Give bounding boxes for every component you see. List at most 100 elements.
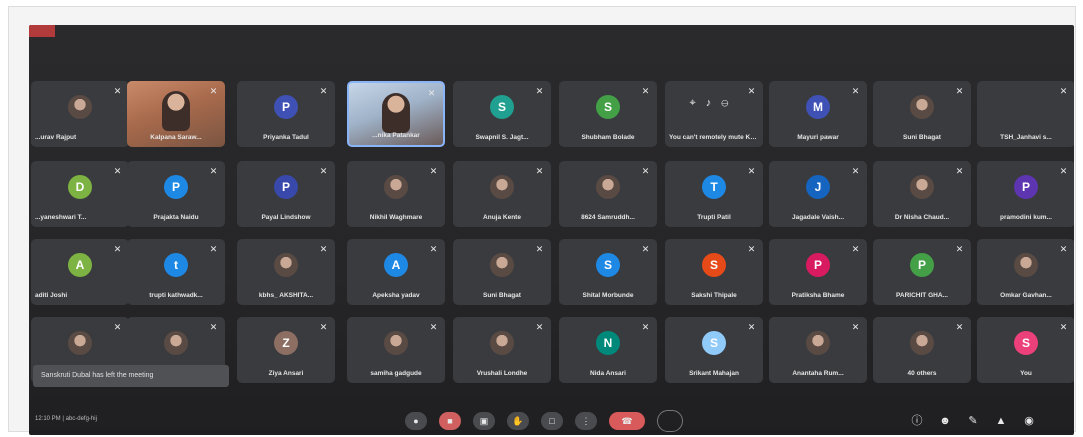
participant-tile[interactable]: ✕ Anuja Kente [453,161,551,227]
participant-tile[interactable]: ✕ Nikhil Waghmare [347,161,445,227]
participant-tile[interactable]: ✕ P Prajakta Naidu [127,161,225,227]
participant-tile[interactable]: ✕ t trupti kathwadk... [127,239,225,305]
participant-name: pramodini kum... [999,214,1052,221]
participant-name: Suni Bhagat [483,292,521,299]
reaction-button[interactable] [657,410,683,432]
mic-muted-icon: ✕ [319,166,328,176]
mic-muted-icon: ✕ [535,244,544,254]
more-options-button[interactable]: ⋮ [575,412,597,430]
captions-button[interactable]: ▣ [473,412,495,430]
raise-hand-button[interactable]: ✋ [507,412,529,430]
mic-muted-icon: ✕ [1059,166,1068,176]
participant-avatar [164,331,188,355]
participant-avatar: S [702,253,726,277]
mic-muted-icon: ✕ [641,166,650,176]
mic-muted-icon: ✕ [851,244,860,254]
activities-icon: ▲ [995,415,1007,427]
participant-tile[interactable]: ✕ Aaditi Joshi [31,239,129,305]
more-vertical-icon: ⋮ [581,416,591,426]
activities-button[interactable]: ▲ [993,413,1009,429]
participant-tile[interactable]: ✕ kbhs_ AKSHITA... [237,239,335,305]
camera-button[interactable]: ■ [439,412,461,430]
participant-tile[interactable]: ✕ Anantaha Rum... [769,317,867,383]
participant-avatar: P [164,175,188,199]
participant-tile[interactable]: ✕ N Nida Ansari [559,317,657,383]
participant-tile[interactable]: ✕ T Trupti Patil [665,161,763,227]
participant-name: samiha gadgude [370,370,422,377]
participant-name: Pratiksha Bhame [791,292,845,299]
participant-name: Anuja Kente [483,214,521,221]
participant-tile[interactable]: ✕ Suni Bhagat [453,239,551,305]
participant-avatar: P [910,253,934,277]
mute-icon[interactable]: ♪ [706,97,722,109]
participant-tile[interactable]: ✕ S You [977,317,1074,383]
mic-muted-icon: ✕ [747,86,756,96]
participant-avatar: P [274,175,298,199]
microphone-button[interactable]: ● [405,412,427,430]
participant-avatar: P [806,253,830,277]
participant-tile[interactable]: ✕ Dr Nisha Chaud... [873,161,971,227]
participant-name: Srikant Mahajan [689,370,739,377]
participant-avatar [910,331,934,355]
chat-button[interactable]: ✎ [965,413,981,429]
participant-tile[interactable]: ✕ S Srikant Mahajan [665,317,763,383]
people-button[interactable]: ☻ [937,413,953,429]
participant-tile[interactable]: ✕ Suni Bhagat [873,81,971,147]
mic-muted-icon: ✕ [113,86,122,96]
participant-tile[interactable]: ✕ S Swapnil S. Jagt... [453,81,551,147]
remove-icon[interactable]: ⊖ [721,97,738,109]
participant-tile[interactable]: ✕ M Mayuri pawar [769,81,867,147]
participant-tile[interactable]: ✕ 40 others [873,317,971,383]
participant-avatar: S [596,95,620,119]
participant-tile[interactable]: ✕ A Apeksha yadav [347,239,445,305]
end-call-button[interactable]: ☎ [609,412,645,430]
participant-tile[interactable]: ✕ P PARICHIT GHA... [873,239,971,305]
mic-muted-icon: ✕ [1059,322,1068,332]
participant-tile[interactable]: ✕ P Pratiksha Bhame [769,239,867,305]
participant-tile[interactable]: ✕ P Priyanka Tadul [237,81,335,147]
chat-icon: ✎ [968,415,978,427]
participant-avatar: T [702,175,726,199]
participant-avatar: Z [274,331,298,355]
participant-name: Trupti Patil [697,214,731,221]
participant-name: Suni Bhagat [903,134,941,141]
participant-tile[interactable]: ✕ 8624 Samruddh... [559,161,657,227]
camera-off-icon: ■ [447,416,453,426]
participant-tile[interactable]: ✕ Z Ziya Ansari [237,317,335,383]
participant-tile[interactable]: ✕ ...urav Rajput [31,81,129,147]
participant-tile[interactable]: ✕ J Jagadale Vaish... [769,161,867,227]
participant-tile[interactable]: ✕ ...nika Patankar [347,81,445,147]
meeting-details-button[interactable]: ⓘ [909,413,925,429]
mic-muted-icon: ✕ [747,322,756,332]
pin-icon[interactable]: ⌖ [690,97,706,109]
participant-avatar [274,253,298,277]
participant-tile[interactable]: ✕ S Shital Morbunde [559,239,657,305]
participant-tile[interactable]: ✕ samiha gadgude [347,317,445,383]
lock-icon: ◉ [1024,415,1034,427]
participant-tile[interactable]: ✕ S Shubham Bolade [559,81,657,147]
participant-name: Ziya Ansari [268,370,304,377]
participant-name: ...yaneshwari T... [35,214,87,221]
participant-avatar [1014,253,1038,277]
participant-tile[interactable]: ✕ Kalpana Saraw... [127,81,225,147]
participant-avatar: P [1014,175,1038,199]
mic-muted-icon: ✕ [535,166,544,176]
participant-tile[interactable]: ✕ P Payal Lindshow [237,161,335,227]
host-controls-button[interactable]: ◉ [1021,413,1037,429]
participant-tile[interactable]: ✕ Omkar Gavhan... [977,239,1074,305]
mic-muted-icon: ✕ [747,244,756,254]
participant-tile[interactable]: ✕ Ppramodini kum... [977,161,1074,227]
participant-tile[interactable]: ✕ D ...yaneshwari T... [31,161,129,227]
participant-tile[interactable]: ✕ TSH_Janhavi s... [977,81,1074,147]
participant-tile[interactable]: ✕ ⌖♪⊖ You can't remotely mute Kristi... [665,81,763,147]
participant-avatar: S [490,95,514,119]
mic-muted-icon: ✕ [429,166,438,176]
participant-grid: ✕ ...urav Rajput ✕ Kalpana Saraw... ✕ P Priyan… [29,25,1074,405]
participant-tile[interactable]: ✕ Vrushali Londhe [453,317,551,383]
participant-name: PARICHIT GHA... [896,292,948,299]
participant-name: Anantaha Rum... [792,370,844,377]
mic-muted-icon: ✕ [113,244,122,254]
present-button[interactable]: □ [541,412,563,430]
participant-tile[interactable]: ✕ S Sakshi Thipale [665,239,763,305]
participant-avatar [68,331,92,355]
